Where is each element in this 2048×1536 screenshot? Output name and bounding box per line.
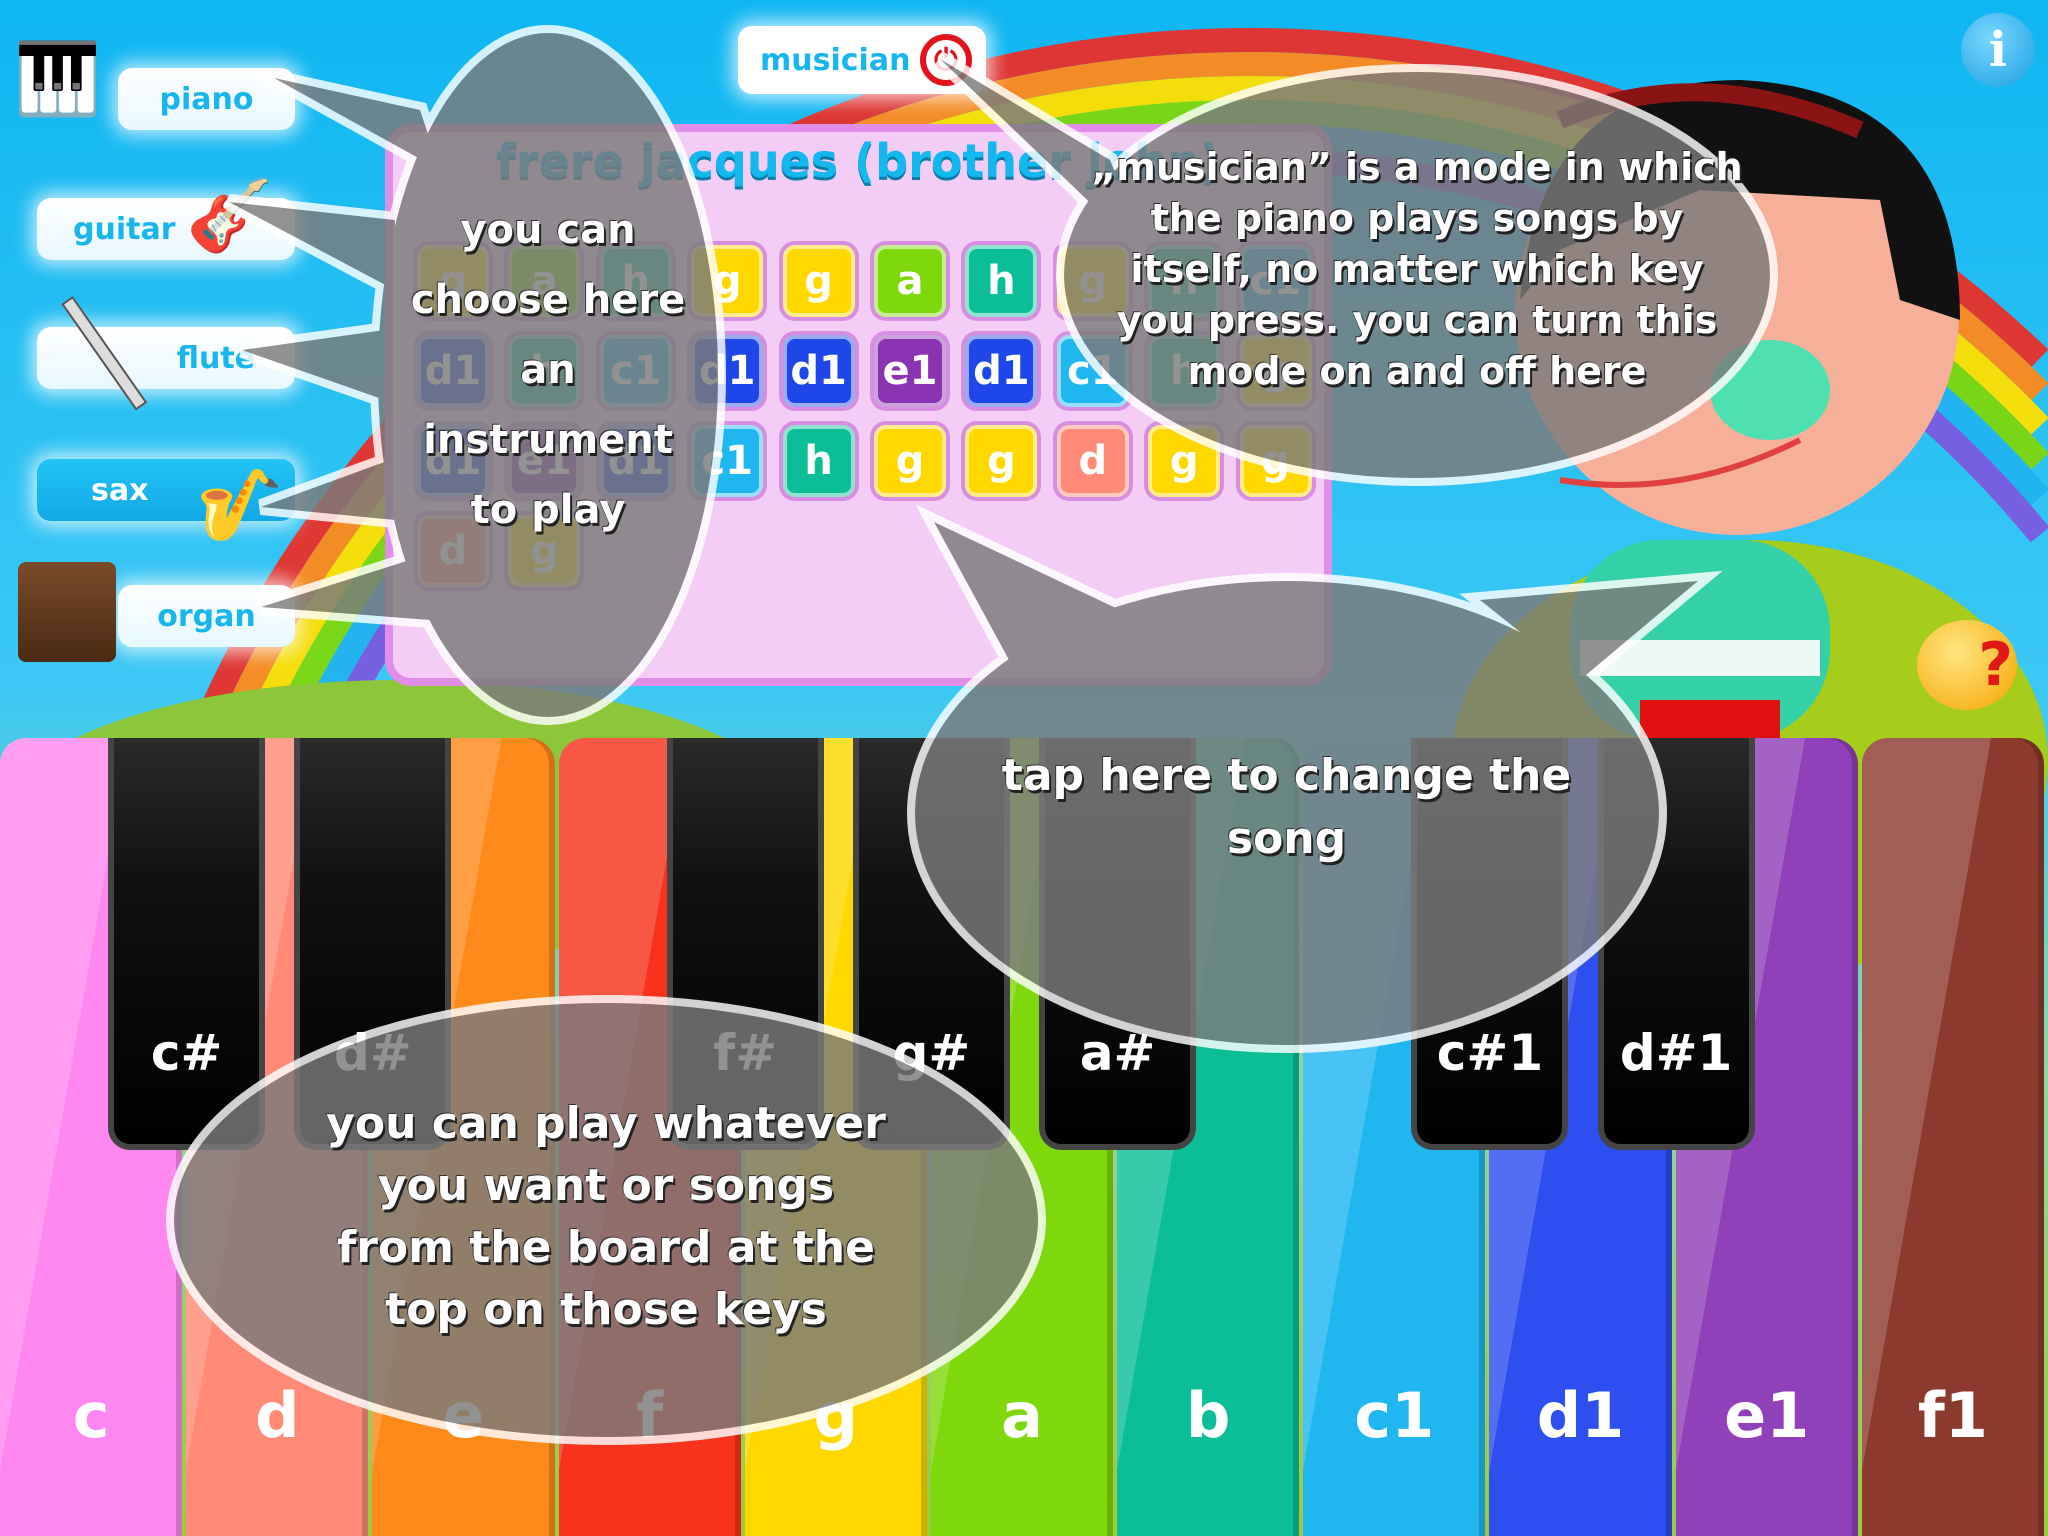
key-label: c#1 xyxy=(1436,1024,1544,1082)
key-label: g xyxy=(813,1379,858,1452)
tip-line: instrument xyxy=(423,417,673,463)
organ-icon[interactable] xyxy=(18,562,116,662)
tip-keys: you can play whatever you want or songs … xyxy=(174,1093,1038,1341)
instrument-piano-button[interactable]: piano xyxy=(118,68,295,130)
tip-instrument: you can choose here an instrument to pla… xyxy=(378,195,718,545)
black-key-f-sharp[interactable]: f# xyxy=(666,738,824,1150)
key-label: f1 xyxy=(1917,1379,1988,1452)
note-cell: h xyxy=(965,245,1038,317)
key-label: e1 xyxy=(1724,1379,1810,1452)
instrument-label: piano xyxy=(159,81,254,117)
info-button[interactable]: i xyxy=(1961,13,2035,87)
help-emoji-icon: ? xyxy=(1978,630,2013,700)
tip-line: „musician” is a mode in which xyxy=(1091,145,1743,189)
key-label: e xyxy=(442,1379,485,1452)
tip-line: an xyxy=(520,347,576,393)
instrument-flute-button[interactable]: flute xyxy=(37,327,295,389)
tip-musician: „musician” is a mode in which the piano … xyxy=(1064,142,1770,397)
tip-line: the piano plays songs by xyxy=(1150,196,1684,240)
white-key-f1[interactable]: f1 xyxy=(1861,738,2044,1536)
saxophone-icon[interactable]: 🎷 xyxy=(196,470,283,540)
instrument-label: organ xyxy=(157,598,256,634)
note-cell: a xyxy=(874,245,946,317)
tip-line: from the board at the xyxy=(337,1222,875,1273)
note-cell: d1 xyxy=(965,335,1038,407)
grand-piano-icon[interactable]: 🎹 xyxy=(14,44,101,114)
key-label: c1 xyxy=(1354,1379,1435,1452)
note-cell: e1 xyxy=(874,335,946,407)
help-button[interactable]: ? xyxy=(1917,620,2017,710)
key-label: g# xyxy=(892,1024,971,1082)
tip-line: tap here to change the xyxy=(1001,750,1572,801)
note-cell: g xyxy=(1239,425,1312,497)
note-cell: g xyxy=(965,425,1038,497)
tip-line: you press. you can turn this xyxy=(1116,298,1718,342)
tip-line: mode on and off here xyxy=(1187,349,1647,393)
tip-line: you can play whatever xyxy=(326,1098,886,1149)
tip-line: you can xyxy=(460,207,636,253)
note-cell: d1 xyxy=(782,335,855,407)
black-key-c-sharp[interactable]: c# xyxy=(108,738,266,1150)
note-cell: g xyxy=(1148,425,1221,497)
tip-song: tap here to change the song xyxy=(914,744,1659,870)
key-label: a xyxy=(1001,1379,1043,1452)
key-label: a# xyxy=(1079,1024,1156,1082)
instrument-label: sax xyxy=(91,472,149,508)
key-label: f# xyxy=(713,1024,778,1082)
key-label: c# xyxy=(150,1024,223,1082)
tip-line: top on those keys xyxy=(385,1284,827,1335)
note-cell: h xyxy=(782,425,855,497)
electric-guitar-icon[interactable]: 🎸 xyxy=(186,180,273,250)
instrument-label: guitar xyxy=(73,211,176,247)
key-label: f xyxy=(636,1379,664,1452)
tip-line: you want or songs xyxy=(377,1160,835,1211)
power-icon[interactable]: ⏻ xyxy=(920,34,972,86)
note-cell: d xyxy=(1056,425,1129,497)
key-label: c xyxy=(72,1379,110,1452)
musician-label: musician xyxy=(760,42,911,78)
key-label: d xyxy=(255,1379,300,1452)
tip-line: to play xyxy=(470,487,626,533)
info-icon: i xyxy=(1988,22,2008,78)
tip-line: itself, no matter which key xyxy=(1130,247,1704,291)
musician-mode-toggle[interactable]: musician ⏻ xyxy=(738,26,986,94)
key-label: d# xyxy=(334,1024,412,1082)
black-key-d-sharp[interactable]: d# xyxy=(294,738,452,1150)
tip-line: choose here xyxy=(410,277,686,323)
note-cell: g xyxy=(874,425,946,497)
key-label: d1 xyxy=(1536,1379,1625,1452)
tip-line: song xyxy=(1226,813,1347,864)
note-cell: g xyxy=(782,245,855,317)
key-label: b xyxy=(1185,1379,1231,1452)
instrument-organ-button[interactable]: organ xyxy=(118,585,295,647)
instrument-label: flute xyxy=(176,340,255,376)
key-label: d#1 xyxy=(1619,1024,1733,1082)
